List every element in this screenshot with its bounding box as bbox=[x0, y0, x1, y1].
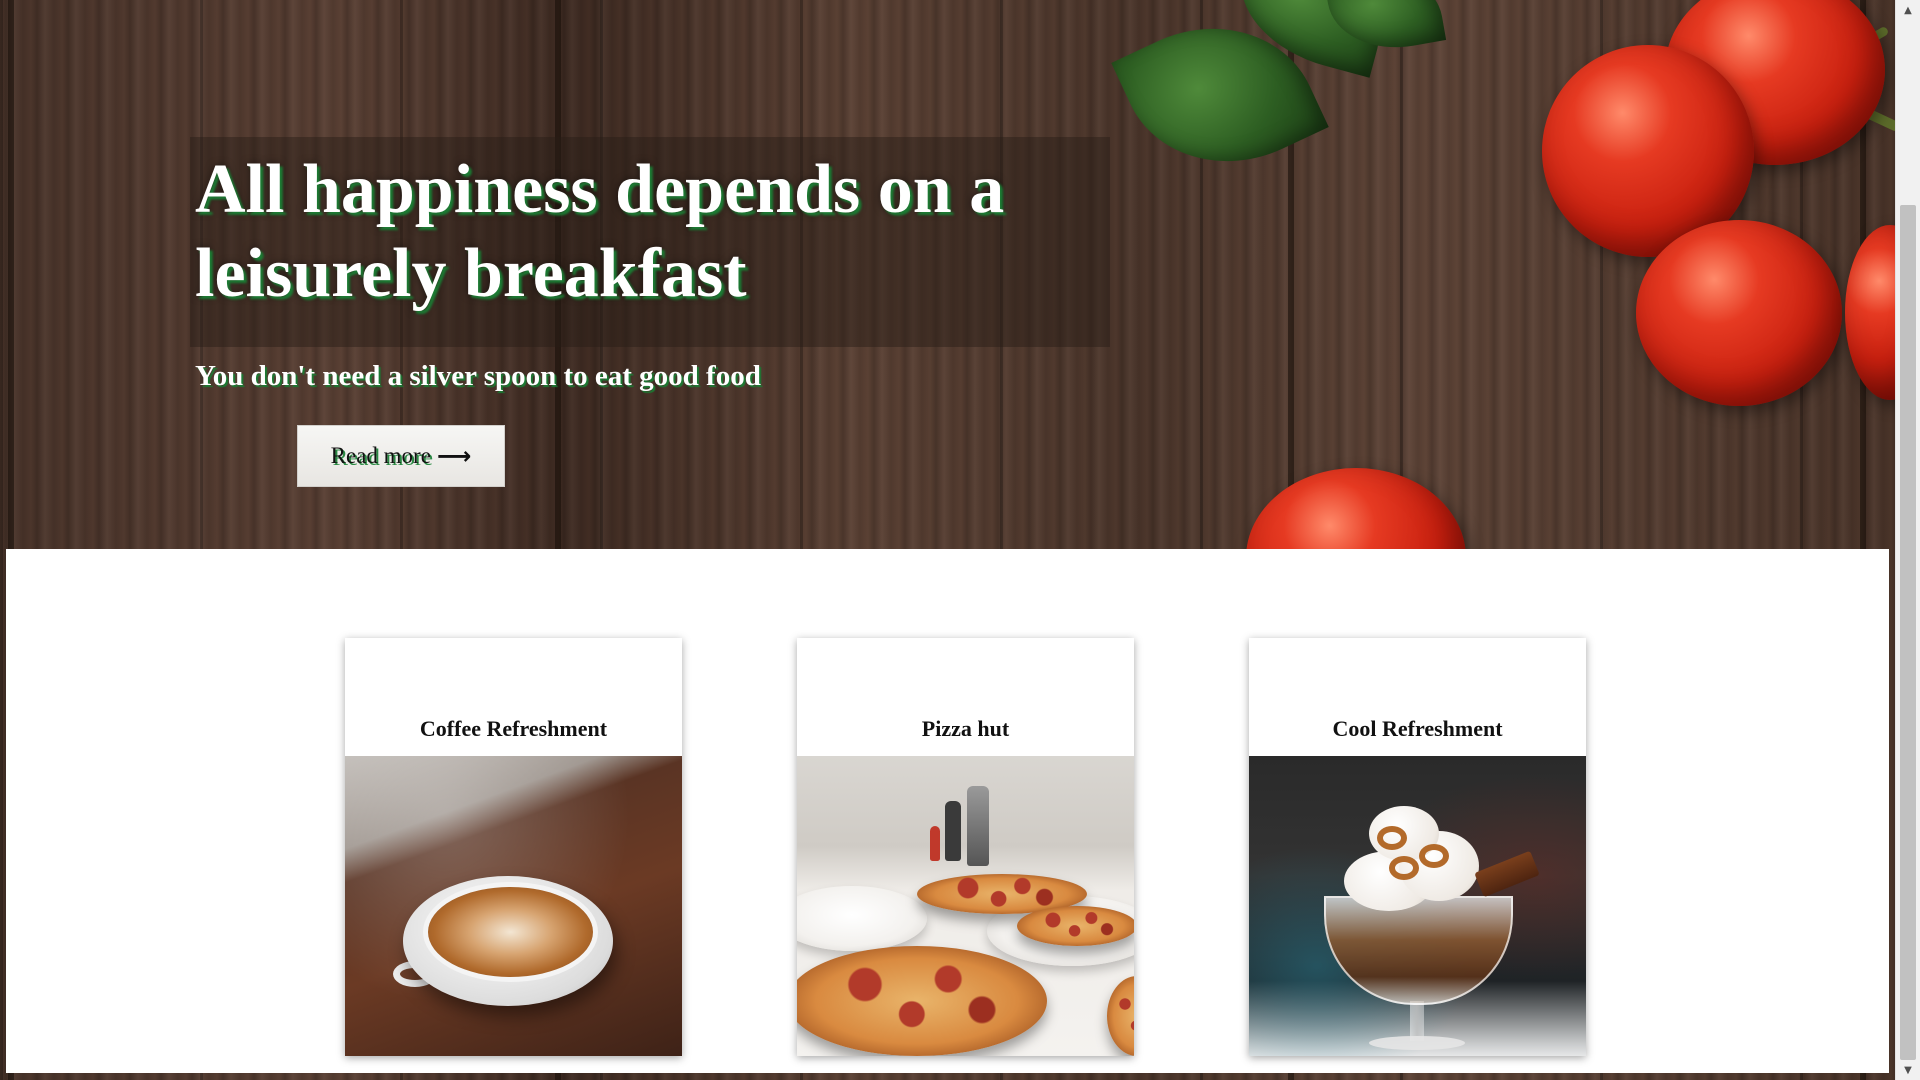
glass-foot bbox=[1369, 1036, 1465, 1050]
scroll-thumb[interactable] bbox=[1900, 205, 1916, 1060]
card-title: Coffee Refreshment bbox=[419, 716, 608, 741]
arrow-right-icon: ⟶ bbox=[436, 442, 472, 470]
hero-title: All happiness depends on a leisurely bre… bbox=[195, 151, 1005, 312]
sundae-image bbox=[1249, 756, 1586, 1056]
glass-stem bbox=[1410, 1001, 1424, 1041]
pretzel bbox=[1419, 844, 1449, 868]
vertical-scrollbar[interactable]: ▲ ▼ bbox=[1895, 0, 1920, 1080]
bottle bbox=[945, 801, 961, 861]
bottle bbox=[967, 786, 989, 866]
pizza bbox=[797, 946, 1047, 1056]
bottle bbox=[930, 826, 940, 861]
latte-art bbox=[423, 882, 598, 982]
coffee-image bbox=[345, 756, 682, 1056]
scroll-up-icon[interactable]: ▲ bbox=[1896, 0, 1920, 20]
plate bbox=[797, 886, 927, 951]
scroll-down-icon[interactable]: ▼ bbox=[1896, 1060, 1920, 1080]
card-coffee[interactable]: Coffee Refreshment bbox=[345, 638, 682, 1056]
read-more-label: Read more bbox=[330, 443, 431, 468]
card-title: Cool Refreshment bbox=[1332, 716, 1503, 741]
pretzel bbox=[1389, 856, 1419, 880]
card-pizza[interactable]: Pizza hut bbox=[797, 638, 1134, 1056]
glass bbox=[1324, 896, 1513, 1005]
card-cool-refreshment[interactable]: Cool Refreshment bbox=[1249, 638, 1586, 1056]
pizza bbox=[1107, 976, 1134, 1056]
hero-subtitle: You don't need a silver spoon to eat goo… bbox=[195, 360, 761, 392]
chocolate-wafer bbox=[1474, 850, 1540, 898]
pizza bbox=[1017, 906, 1134, 946]
pizza-image bbox=[797, 756, 1134, 1056]
pretzel bbox=[1377, 826, 1407, 850]
card-title: Pizza hut bbox=[921, 716, 1010, 741]
read-more-button[interactable]: Read more ⟶ bbox=[297, 425, 505, 487]
